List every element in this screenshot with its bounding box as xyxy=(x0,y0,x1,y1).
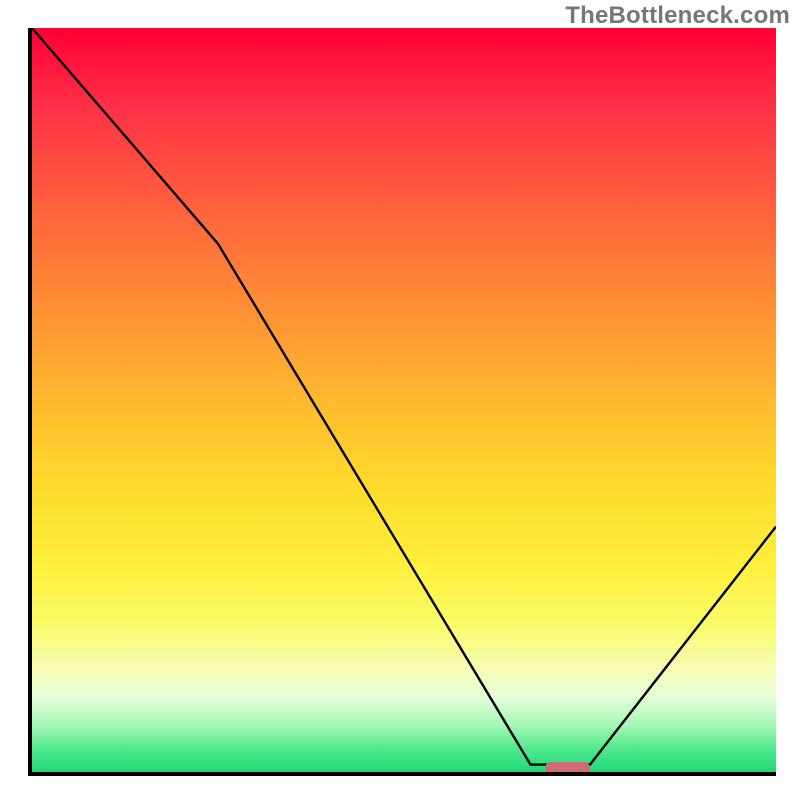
plot-area xyxy=(28,28,776,776)
watermark-text: TheBottleneck.com xyxy=(565,2,790,30)
bottleneck-chart: TheBottleneck.com xyxy=(0,0,800,800)
curve-path xyxy=(32,28,776,765)
bottleneck-curve xyxy=(32,28,776,772)
optimal-range-marker xyxy=(545,762,590,774)
